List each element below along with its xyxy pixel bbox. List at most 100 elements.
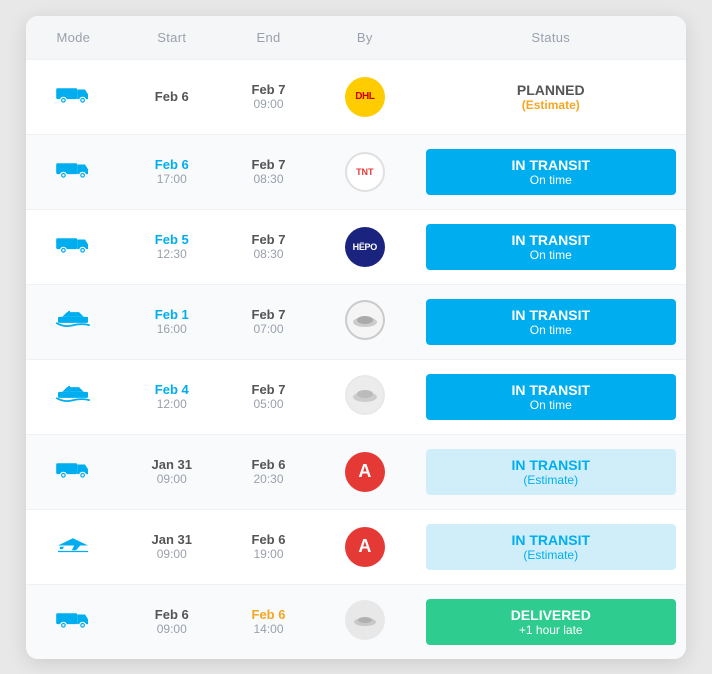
start-date: Feb 1 xyxy=(131,307,213,322)
table-row: Feb 6 09:00Feb 6 14:00 DELIVERED +1 hour… xyxy=(26,584,686,659)
status-subtitle: On time xyxy=(440,248,662,262)
start-cell: Feb 4 12:00 xyxy=(121,359,223,434)
carrier-cell: A xyxy=(314,509,415,584)
table-row: Feb 1 16:00 Feb 7 07:00 IN TRANSIT On tim… xyxy=(26,284,686,359)
start-cell: Jan 31 09:00 xyxy=(121,434,223,509)
start-date: Feb 6 xyxy=(131,157,213,172)
shipment-table-card: Mode Start End By Status Feb 6 Feb 7 09:… xyxy=(26,16,686,659)
mode-cell xyxy=(26,134,121,209)
shipment-table: Mode Start End By Status Feb 6 Feb 7 09:… xyxy=(26,16,686,659)
start-date: Feb 6 xyxy=(131,607,213,622)
mode-cell xyxy=(26,584,121,659)
start-date: Feb 6 xyxy=(131,89,213,104)
status-subtitle: +1 hour late xyxy=(440,623,662,637)
status-subtitle: On time xyxy=(440,323,662,337)
end-time: 07:00 xyxy=(233,322,304,336)
status-badge: IN TRANSIT On time xyxy=(426,374,676,420)
start-cell: Feb 6 09:00 xyxy=(121,584,223,659)
start-time: 12:30 xyxy=(131,247,213,261)
end-date: Feb 7 xyxy=(233,232,304,247)
status-cell: IN TRANSIT (Estimate) xyxy=(416,509,686,584)
table-header: Mode Start End By Status xyxy=(26,16,686,60)
carrier-cell xyxy=(314,584,415,659)
end-time: 08:30 xyxy=(233,172,304,186)
start-date: Feb 4 xyxy=(131,382,213,397)
carrier-cell: DHL xyxy=(314,59,415,134)
end-cell: Feb 6 19:00 xyxy=(223,509,314,584)
start-date: Jan 31 xyxy=(131,457,213,472)
ship1-logo-icon xyxy=(347,302,383,338)
table-body: Feb 6 Feb 7 09:00DHL PLANNED (Estimate) … xyxy=(26,59,686,659)
table-row: Jan 31 09:00 Feb 6 20:30 A IN TRANSIT (Est… xyxy=(26,434,686,509)
end-date: Feb 7 xyxy=(233,82,304,97)
col-header-end: End xyxy=(223,16,314,60)
status-cell: DELIVERED +1 hour late xyxy=(416,584,686,659)
mode-cell xyxy=(26,59,121,134)
end-date: Feb 7 xyxy=(233,157,304,172)
end-date: Feb 6 xyxy=(233,607,304,622)
status-title: DELIVERED xyxy=(440,607,662,623)
end-time: 14:00 xyxy=(233,622,304,636)
end-cell: Feb 7 08:30 xyxy=(223,134,314,209)
truck-icon xyxy=(55,455,91,483)
start-time: 16:00 xyxy=(131,322,213,336)
end-cell: Feb 7 05:00 xyxy=(223,359,314,434)
mode-cell xyxy=(26,509,121,584)
status-title: IN TRANSIT xyxy=(440,457,662,473)
end-time: 09:00 xyxy=(233,97,304,111)
carrier-avatar: HËPO xyxy=(345,227,385,267)
mode-cell xyxy=(26,359,121,434)
end-date: Feb 7 xyxy=(233,307,304,322)
status-title: PLANNED xyxy=(440,82,662,98)
status-cell: IN TRANSIT On time xyxy=(416,359,686,434)
carrier-cell xyxy=(314,359,415,434)
start-time: 09:00 xyxy=(131,622,213,636)
end-cell: Feb 7 09:00 xyxy=(223,59,314,134)
carrier-avatar xyxy=(345,600,385,640)
end-time: 08:30 xyxy=(233,247,304,261)
carrier-cell: A xyxy=(314,434,415,509)
carrier-avatar xyxy=(345,300,385,340)
start-time: 12:00 xyxy=(131,397,213,411)
table-row: Feb 4 12:00Feb 7 05:00 IN TRANSIT On tim… xyxy=(26,359,686,434)
status-subtitle: (Estimate) xyxy=(440,98,662,112)
status-badge: IN TRANSIT (Estimate) xyxy=(426,449,676,495)
end-cell: Feb 7 07:00 xyxy=(223,284,314,359)
start-date: Jan 31 xyxy=(131,532,213,547)
status-subtitle: (Estimate) xyxy=(440,548,662,562)
table-row: Jan 31 09:00 Feb 6 19:00 A IN TRANSIT (Est… xyxy=(26,509,686,584)
status-cell: IN TRANSIT On time xyxy=(416,209,686,284)
end-date: Feb 7 xyxy=(233,382,304,397)
truck-icon xyxy=(55,80,91,108)
status-title: IN TRANSIT xyxy=(440,232,662,248)
status-badge: IN TRANSIT On time xyxy=(426,299,676,345)
end-time: 19:00 xyxy=(233,547,304,561)
ship-icon xyxy=(55,380,91,408)
table-row: Feb 6 Feb 7 09:00DHL PLANNED (Estimate) xyxy=(26,59,686,134)
end-date: Feb 6 xyxy=(233,457,304,472)
end-time: 20:30 xyxy=(233,472,304,486)
carrier-cell: HËPO xyxy=(314,209,415,284)
start-cell: Feb 5 12:30 xyxy=(121,209,223,284)
status-title: IN TRANSIT xyxy=(440,382,662,398)
status-badge: IN TRANSIT On time xyxy=(426,224,676,270)
col-header-mode: Mode xyxy=(26,16,121,60)
table-row: Feb 6 17:00Feb 7 08:30TNT IN TRANSIT On … xyxy=(26,134,686,209)
end-cell: Feb 7 08:30 xyxy=(223,209,314,284)
status-cell: IN TRANSIT On time xyxy=(416,284,686,359)
start-time: 09:00 xyxy=(131,547,213,561)
status-subtitle: On time xyxy=(440,173,662,187)
end-date: Feb 6 xyxy=(233,532,304,547)
truck-icon xyxy=(55,230,91,258)
end-time: 05:00 xyxy=(233,397,304,411)
carrier-avatar: A xyxy=(345,527,385,567)
status-subtitle: On time xyxy=(440,398,662,412)
status-badge: PLANNED (Estimate) xyxy=(426,74,676,120)
last-carrier-icon xyxy=(347,602,383,638)
mode-cell xyxy=(26,434,121,509)
status-cell: IN TRANSIT (Estimate) xyxy=(416,434,686,509)
carrier-avatar: TNT xyxy=(345,152,385,192)
end-cell: Feb 6 14:00 xyxy=(223,584,314,659)
table-row: Feb 5 12:30Feb 7 08:30HËPO IN TRANSIT On… xyxy=(26,209,686,284)
start-cell: Feb 6 17:00 xyxy=(121,134,223,209)
